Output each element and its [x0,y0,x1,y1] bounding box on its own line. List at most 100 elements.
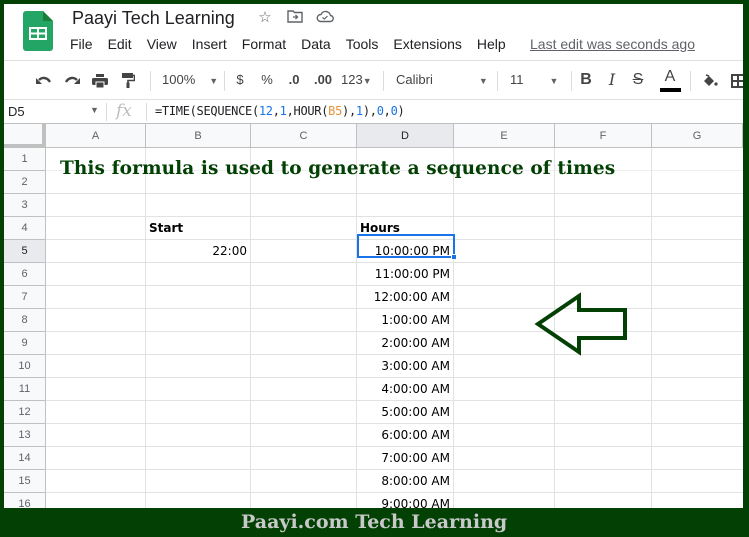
row-header-6[interactable]: 6 [4,263,46,286]
redo-icon[interactable] [62,61,82,99]
toolbar: 100% ▼ $ % .0 .00 123▼ Calibri ▼ 11 ▼ B I S… [4,60,743,100]
decrease-decimal-button[interactable]: .0 [285,61,303,99]
active-cell-outline [357,234,455,258]
fill-color-icon[interactable] [701,61,719,99]
formula-token: 12 [258,104,273,118]
menu-view[interactable]: View [147,36,177,52]
strikethrough-button[interactable]: S [631,61,645,99]
fx-icon: fx [116,101,132,121]
name-box[interactable]: D5 [8,104,25,119]
row-header-7[interactable]: 7 [4,286,46,309]
formula-bar: D5 ▼ fx =TIME(SEQUENCE(12,1,HOUR(B5),1),… [4,100,743,124]
formula-token: ) [397,104,405,118]
column-header-e[interactable]: E [454,124,555,148]
document-title[interactable]: Paayi Tech Learning [72,8,235,29]
currency-format-button[interactable]: $ [234,61,246,99]
cell-d16[interactable]: 9:00:00 AM [360,497,450,508]
formula-token: 1 [279,104,287,118]
star-icon[interactable]: ☆ [256,9,274,27]
column-header-c[interactable]: C [251,124,357,148]
cell-d7[interactable]: 12:00:00 AM [360,290,450,304]
chevron-down-icon: ▼ [209,76,219,86]
zoom-value: 100% [162,72,196,87]
row-header-15[interactable]: 15 [4,470,46,493]
toolbar-divider [497,71,498,91]
select-all-corner[interactable] [4,124,46,148]
column-header-b[interactable]: B [146,124,251,148]
menu-insert[interactable]: Insert [192,36,227,52]
cell-d6[interactable]: 11:00:00 PM [360,267,450,281]
menu-data[interactable]: Data [301,36,331,52]
row-header-4[interactable]: 4 [4,217,46,240]
formula-token: 0 [376,104,384,118]
menu-format[interactable]: Format [242,36,286,52]
fill-handle[interactable] [451,254,457,260]
percent-format-button[interactable]: % [261,61,273,99]
italic-button[interactable]: I [605,61,619,99]
font-family-select[interactable]: Calibri ▼ [396,61,488,99]
gridline [453,148,454,508]
chevron-down-icon[interactable]: ▼ [90,105,99,115]
row-header-3[interactable]: 3 [4,194,46,217]
font-size-value: 11 [510,72,524,87]
toolbar-divider [690,71,691,91]
font-size-select[interactable]: 11 ▼ [510,61,558,99]
row-header-11[interactable]: 11 [4,378,46,401]
row-header-8[interactable]: 8 [4,309,46,332]
cell-d15[interactable]: 8:00:00 AM [360,474,450,488]
last-edit-link[interactable]: Last edit was seconds ago [530,36,695,52]
column-header-g[interactable]: G [652,124,743,148]
menu-help[interactable]: Help [477,36,506,52]
formula-token: 1 [355,104,363,118]
row-header-2[interactable]: 2 [4,171,46,194]
row-header-1[interactable]: 1 [4,148,46,171]
paint-format-icon[interactable] [118,61,138,99]
more-formats-button[interactable]: 123▼ [341,61,372,99]
chevron-down-icon: ▼ [549,76,559,86]
move-to-folder-icon[interactable] [286,9,304,27]
formula-token: 0 [390,104,398,118]
cell-d4[interactable]: Hours [360,221,450,235]
undo-icon[interactable] [34,61,54,99]
bold-button[interactable]: B [579,61,593,99]
formula-input[interactable]: =TIME(SEQUENCE(12,1,HOUR(B5),1),0,0) [155,104,405,118]
toolbar-divider [571,71,572,91]
gridline [46,400,743,401]
column-header-a[interactable]: A [46,124,146,148]
gridline [46,285,743,286]
column-header-d[interactable]: D [357,124,454,148]
banner-heading[interactable]: This formula is used to generate a seque… [60,158,615,179]
formula-token: , [272,104,280,118]
cell-d13[interactable]: 6:00:00 AM [360,428,450,442]
row-header-12[interactable]: 12 [4,401,46,424]
cell-b4[interactable]: Start [149,221,247,235]
cell-b5[interactable]: 22:00 [149,244,247,258]
formula-token: ), [342,104,356,118]
gridline [46,193,743,194]
cell-d10[interactable]: 3:00:00 AM [360,359,450,373]
zoom-select[interactable]: 100% ▼ [162,61,218,99]
row-header-5[interactable]: 5 [4,240,46,263]
cell-d9[interactable]: 2:00:00 AM [360,336,450,350]
row-header-10[interactable]: 10 [4,355,46,378]
menu-tools[interactable]: Tools [346,36,379,52]
print-icon[interactable] [90,61,110,99]
formula-token: ,HOUR( [286,104,329,118]
row-header-13[interactable]: 13 [4,424,46,447]
cloud-saved-icon[interactable] [316,9,334,27]
row-header-16[interactable]: 16 [4,493,46,508]
formula-token: B5 [328,104,343,118]
menu-edit[interactable]: Edit [108,36,132,52]
google-sheets-logo-icon[interactable] [23,11,53,51]
increase-decimal-button[interactable]: .00 [312,61,334,99]
borders-icon[interactable] [730,61,743,99]
menu-extensions[interactable]: Extensions [393,36,461,52]
cell-d14[interactable]: 7:00:00 AM [360,451,450,465]
cell-d8[interactable]: 1:00:00 AM [360,313,450,327]
column-header-f[interactable]: F [555,124,652,148]
row-header-9[interactable]: 9 [4,332,46,355]
menu-file[interactable]: File [70,36,93,52]
cell-d11[interactable]: 4:00:00 AM [360,382,450,396]
cell-d12[interactable]: 5:00:00 AM [360,405,450,419]
row-header-14[interactable]: 14 [4,447,46,470]
